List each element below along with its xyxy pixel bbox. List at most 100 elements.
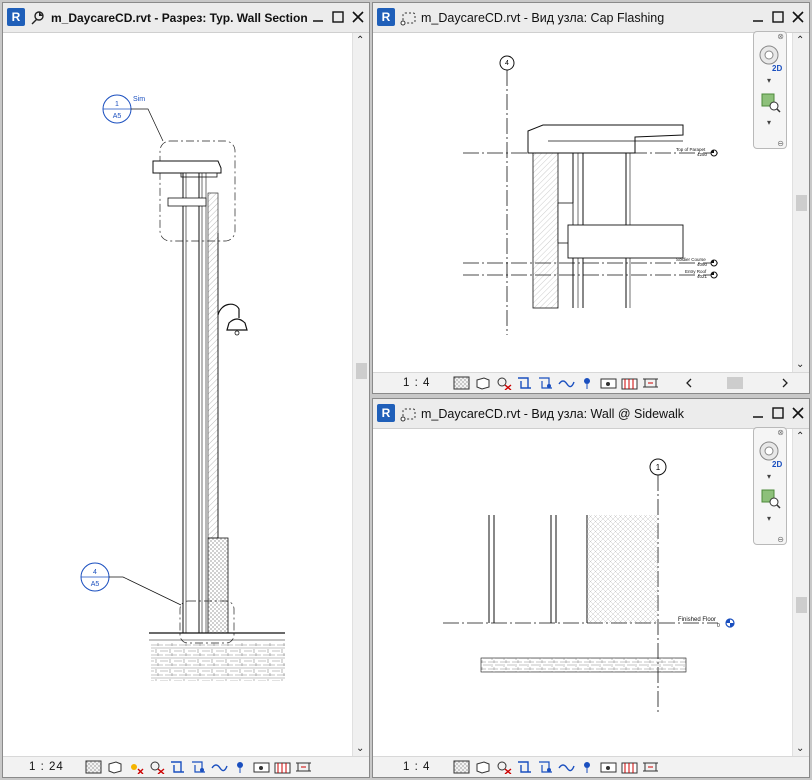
navigation-bar[interactable]: 2D ▾ ▾ ⊗ ⊖ (753, 427, 787, 545)
maximize-icon[interactable] (331, 9, 345, 25)
detail-level-icon[interactable] (453, 760, 470, 774)
view-control-bar: 1 : 4 (373, 372, 809, 393)
temporary-view-icon[interactable] (600, 376, 617, 390)
shadows-icon[interactable] (148, 760, 165, 774)
minimize-icon[interactable] (751, 9, 765, 25)
visual-style-icon[interactable] (474, 376, 491, 390)
svg-text:4021: 4021 (697, 274, 708, 279)
level-head-soldier-course[interactable]: Soldier Course 4090 (676, 257, 718, 267)
svg-text:4090: 4090 (697, 262, 708, 267)
chevron-down-icon[interactable]: ▾ (767, 76, 771, 85)
analytical-model-icon[interactable] (274, 760, 291, 774)
view-control-bar: 1 : 4 (373, 756, 809, 777)
shadows-icon[interactable] (495, 376, 512, 390)
options-icon[interactable]: ⊖ (777, 139, 784, 148)
level-head-top-of-parapet[interactable]: Top of Parapet 4250 (676, 147, 718, 157)
scroll-down-icon[interactable]: ⌄ (796, 359, 804, 370)
analytical-model-icon[interactable] (621, 760, 638, 774)
minimize-icon[interactable] (311, 9, 325, 25)
zoom-region-icon[interactable] (760, 92, 782, 114)
constraints-icon[interactable] (642, 760, 659, 774)
show-crop-icon[interactable] (537, 376, 554, 390)
constraints-icon[interactable] (642, 376, 659, 390)
view-window-cap-flashing[interactable]: R m_DaycareCD.rvt - Вид узла: Cap Flashi… (372, 2, 810, 394)
scroll-thumb[interactable] (796, 597, 807, 613)
temporary-hide-icon[interactable] (558, 376, 575, 390)
close-icon[interactable] (351, 9, 365, 25)
view-scale[interactable]: 1 : 24 (29, 761, 64, 773)
visual-style-icon[interactable] (474, 760, 491, 774)
callout-top-note: Sim (133, 96, 145, 103)
callout-bottom-number: 4 (93, 569, 97, 576)
crop-view-icon[interactable] (516, 760, 533, 774)
temporary-view-icon[interactable] (600, 760, 617, 774)
crop-view-icon[interactable] (516, 376, 533, 390)
temporary-hide-icon[interactable] (558, 760, 575, 774)
view-scale[interactable]: 1 : 4 (403, 377, 430, 389)
vertical-scrollbar[interactable]: ⌃ ⌄ (792, 429, 809, 756)
crop-view-icon[interactable] (169, 760, 186, 774)
title-bar[interactable]: R m_DaycareCD.rvt - Вид узла: Wall @ Sid… (373, 399, 809, 429)
svg-text:0: 0 (717, 623, 720, 629)
reveal-hidden-icon[interactable] (579, 760, 596, 774)
options-icon[interactable]: ⊖ (777, 535, 784, 544)
detail-level-icon[interactable] (453, 376, 470, 390)
revit-logo-icon: R (377, 8, 395, 26)
horizontal-scrollbar[interactable] (685, 376, 791, 390)
close-icon[interactable]: ⊗ (777, 32, 784, 41)
show-crop-icon[interactable] (537, 760, 554, 774)
view-detail-icon (400, 12, 416, 26)
visual-style-icon[interactable] (106, 760, 123, 774)
close-icon[interactable] (791, 9, 805, 25)
wall-section-drawing: 1 A5 Sim 4 A5 (80, 94, 285, 681)
view-scale[interactable]: 1 : 4 (403, 761, 430, 773)
mode-2d-label: 2D (772, 64, 783, 73)
maximize-icon[interactable] (771, 405, 785, 421)
vertical-scrollbar[interactable]: ⌃ ⌄ (352, 33, 369, 756)
chevron-down-icon[interactable]: ▾ (767, 472, 771, 481)
close-icon[interactable]: ⊗ (777, 428, 784, 437)
view-window-typ-wall-section[interactable]: R m_DaycareCD.rvt - Разрез: Typ. Wall Se… (2, 2, 370, 778)
window-title: m_DaycareCD.rvt - Разрез: Typ. Wall Sect… (51, 11, 308, 25)
title-bar[interactable]: R m_DaycareCD.rvt - Вид узла: Cap Flashi… (373, 3, 809, 33)
temporary-view-icon[interactable] (253, 760, 270, 774)
scroll-up-icon[interactable]: ⌃ (796, 431, 804, 442)
constraints-icon[interactable] (295, 760, 312, 774)
reveal-hidden-icon[interactable] (579, 376, 596, 390)
mode-2d-label: 2D (772, 460, 783, 469)
svg-text:Finished Floor: Finished Floor (678, 617, 716, 623)
shadows-icon[interactable] (495, 760, 512, 774)
grid-label: 1 (656, 463, 661, 472)
chevron-down-icon[interactable]: ▾ (767, 118, 771, 127)
maximize-icon[interactable] (771, 9, 785, 25)
section-callout-top[interactable]: 1 A5 Sim (102, 94, 164, 142)
scroll-down-icon[interactable]: ⌄ (796, 743, 804, 754)
revit-logo-icon: R (7, 8, 25, 26)
scroll-up-icon[interactable]: ⌃ (796, 35, 804, 46)
close-icon[interactable] (791, 405, 805, 421)
show-crop-icon[interactable] (190, 760, 207, 774)
grid-label: 4 (505, 60, 509, 67)
reveal-hidden-icon[interactable] (232, 760, 249, 774)
view-window-wall-sidewalk[interactable]: R m_DaycareCD.rvt - Вид узла: Wall @ Sid… (372, 398, 810, 778)
navigation-bar[interactable]: 2D ▾ ▾ ⊗ ⊖ (753, 31, 787, 149)
chevron-down-icon[interactable]: ▾ (767, 514, 771, 523)
zoom-region-icon[interactable] (760, 488, 782, 510)
temporary-hide-icon[interactable] (211, 760, 228, 774)
view-section-icon (31, 11, 44, 25)
scroll-thumb[interactable] (356, 363, 367, 379)
scroll-down-icon[interactable]: ⌄ (356, 743, 364, 754)
analytical-model-icon[interactable] (621, 376, 638, 390)
sun-path-icon[interactable] (127, 760, 144, 774)
vertical-scrollbar[interactable]: ⌃ ⌄ (792, 33, 809, 372)
svg-text:4250: 4250 (697, 152, 708, 157)
view-control-bar: 1 : 24 (3, 756, 369, 777)
minimize-icon[interactable] (751, 405, 765, 421)
scroll-up-icon[interactable]: ⌃ (356, 35, 364, 46)
detail-level-icon[interactable] (85, 760, 102, 774)
section-callout-bottom[interactable]: 4 A5 (80, 562, 182, 606)
scroll-thumb[interactable] (796, 195, 807, 211)
cap-flashing-drawing: 4 Top of Parapet 4250 Soldier Course 409… (463, 55, 718, 335)
level-head-entry-roof[interactable]: Entry Roof 4021 (685, 269, 718, 279)
title-bar[interactable]: R m_DaycareCD.rvt - Разрез: Typ. Wall Se… (3, 3, 369, 33)
